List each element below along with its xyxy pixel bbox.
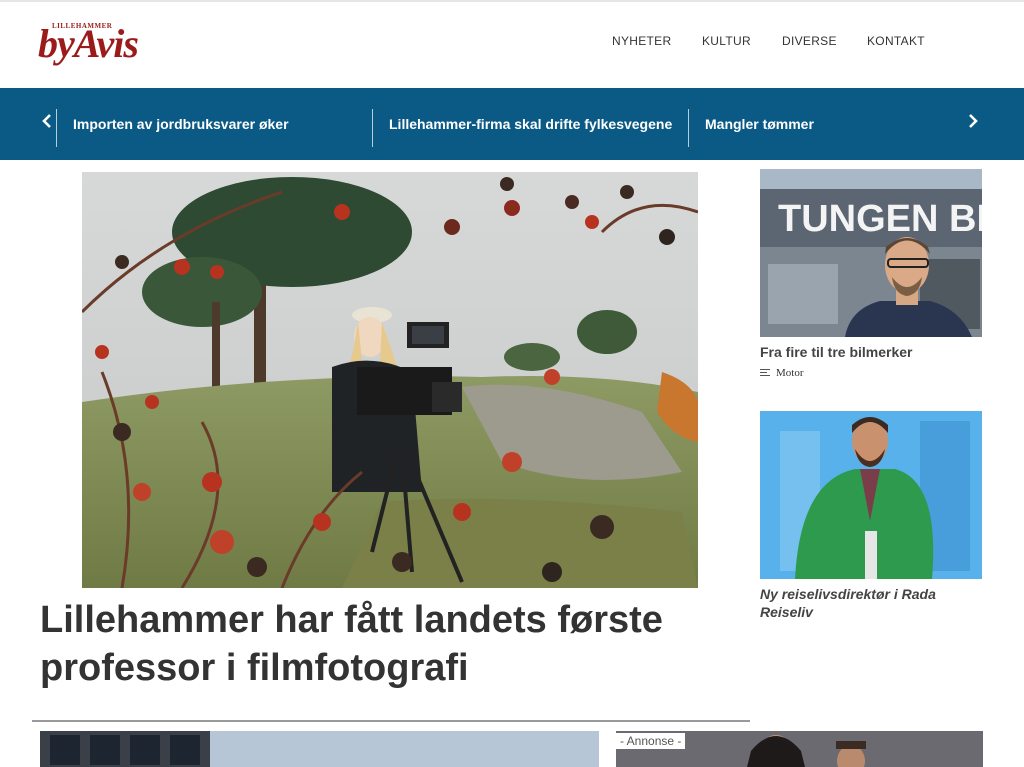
ticker-item[interactable]: Mangler tømmer bbox=[705, 116, 814, 132]
ticker-separator bbox=[56, 109, 57, 147]
article-thumbnail[interactable]: TUNGEN BI bbox=[760, 169, 982, 337]
category-label[interactable]: Motor bbox=[776, 367, 804, 379]
nav-kontakt[interactable]: KONTAKT bbox=[867, 34, 925, 48]
hero-image[interactable] bbox=[82, 172, 698, 588]
dealer-sign-text: TUNGEN BI bbox=[778, 198, 982, 240]
chevron-left-icon[interactable] bbox=[42, 114, 52, 133]
sidebar-article-title[interactable]: Fra fire til tre bilmerker bbox=[760, 343, 982, 361]
chevron-right-icon[interactable] bbox=[968, 114, 978, 133]
nav-diverse[interactable]: DIVERSE bbox=[782, 34, 837, 48]
news-ticker: Importen av jordbruksvarer øker Lilleham… bbox=[0, 88, 1024, 160]
ticker-separator bbox=[688, 109, 689, 147]
category-list-icon bbox=[760, 369, 770, 377]
sidebar-article-title[interactable]: Ny reiselivsdirektør i Rada Reiseliv bbox=[760, 585, 982, 621]
ad-label: - Annonse - bbox=[616, 733, 686, 749]
main-headline[interactable]: Lillehammer har fått landets første prof… bbox=[40, 596, 720, 692]
article-category[interactable]: Motor bbox=[760, 367, 982, 379]
ticker-item[interactable]: Importen av jordbruksvarer øker bbox=[73, 116, 289, 132]
ticker-separator bbox=[372, 109, 373, 147]
article-thumbnail[interactable] bbox=[760, 411, 982, 579]
nav-nyheter[interactable]: NYHETER bbox=[612, 34, 671, 48]
site-logo[interactable]: byAvis LILLEHAMMER bbox=[38, 20, 158, 74]
sidebar-article[interactable]: Ny reiselivsdirektør i Rada Reiseliv bbox=[760, 411, 982, 621]
section-divider bbox=[32, 720, 750, 722]
logo-small-text: LILLEHAMMER bbox=[52, 22, 113, 30]
site-header: byAvis LILLEHAMMER NYHETER KULTUR DIVERS… bbox=[0, 0, 1024, 88]
article-thumbnail[interactable] bbox=[40, 731, 599, 767]
sidebar-article[interactable]: TUNGEN BI Fra fire til tre bilmerker Mot… bbox=[760, 169, 982, 379]
nav-kultur[interactable]: KULTUR bbox=[702, 34, 751, 48]
ticker-item[interactable]: Lillehammer-firma skal drifte fylkesvege… bbox=[389, 116, 672, 132]
